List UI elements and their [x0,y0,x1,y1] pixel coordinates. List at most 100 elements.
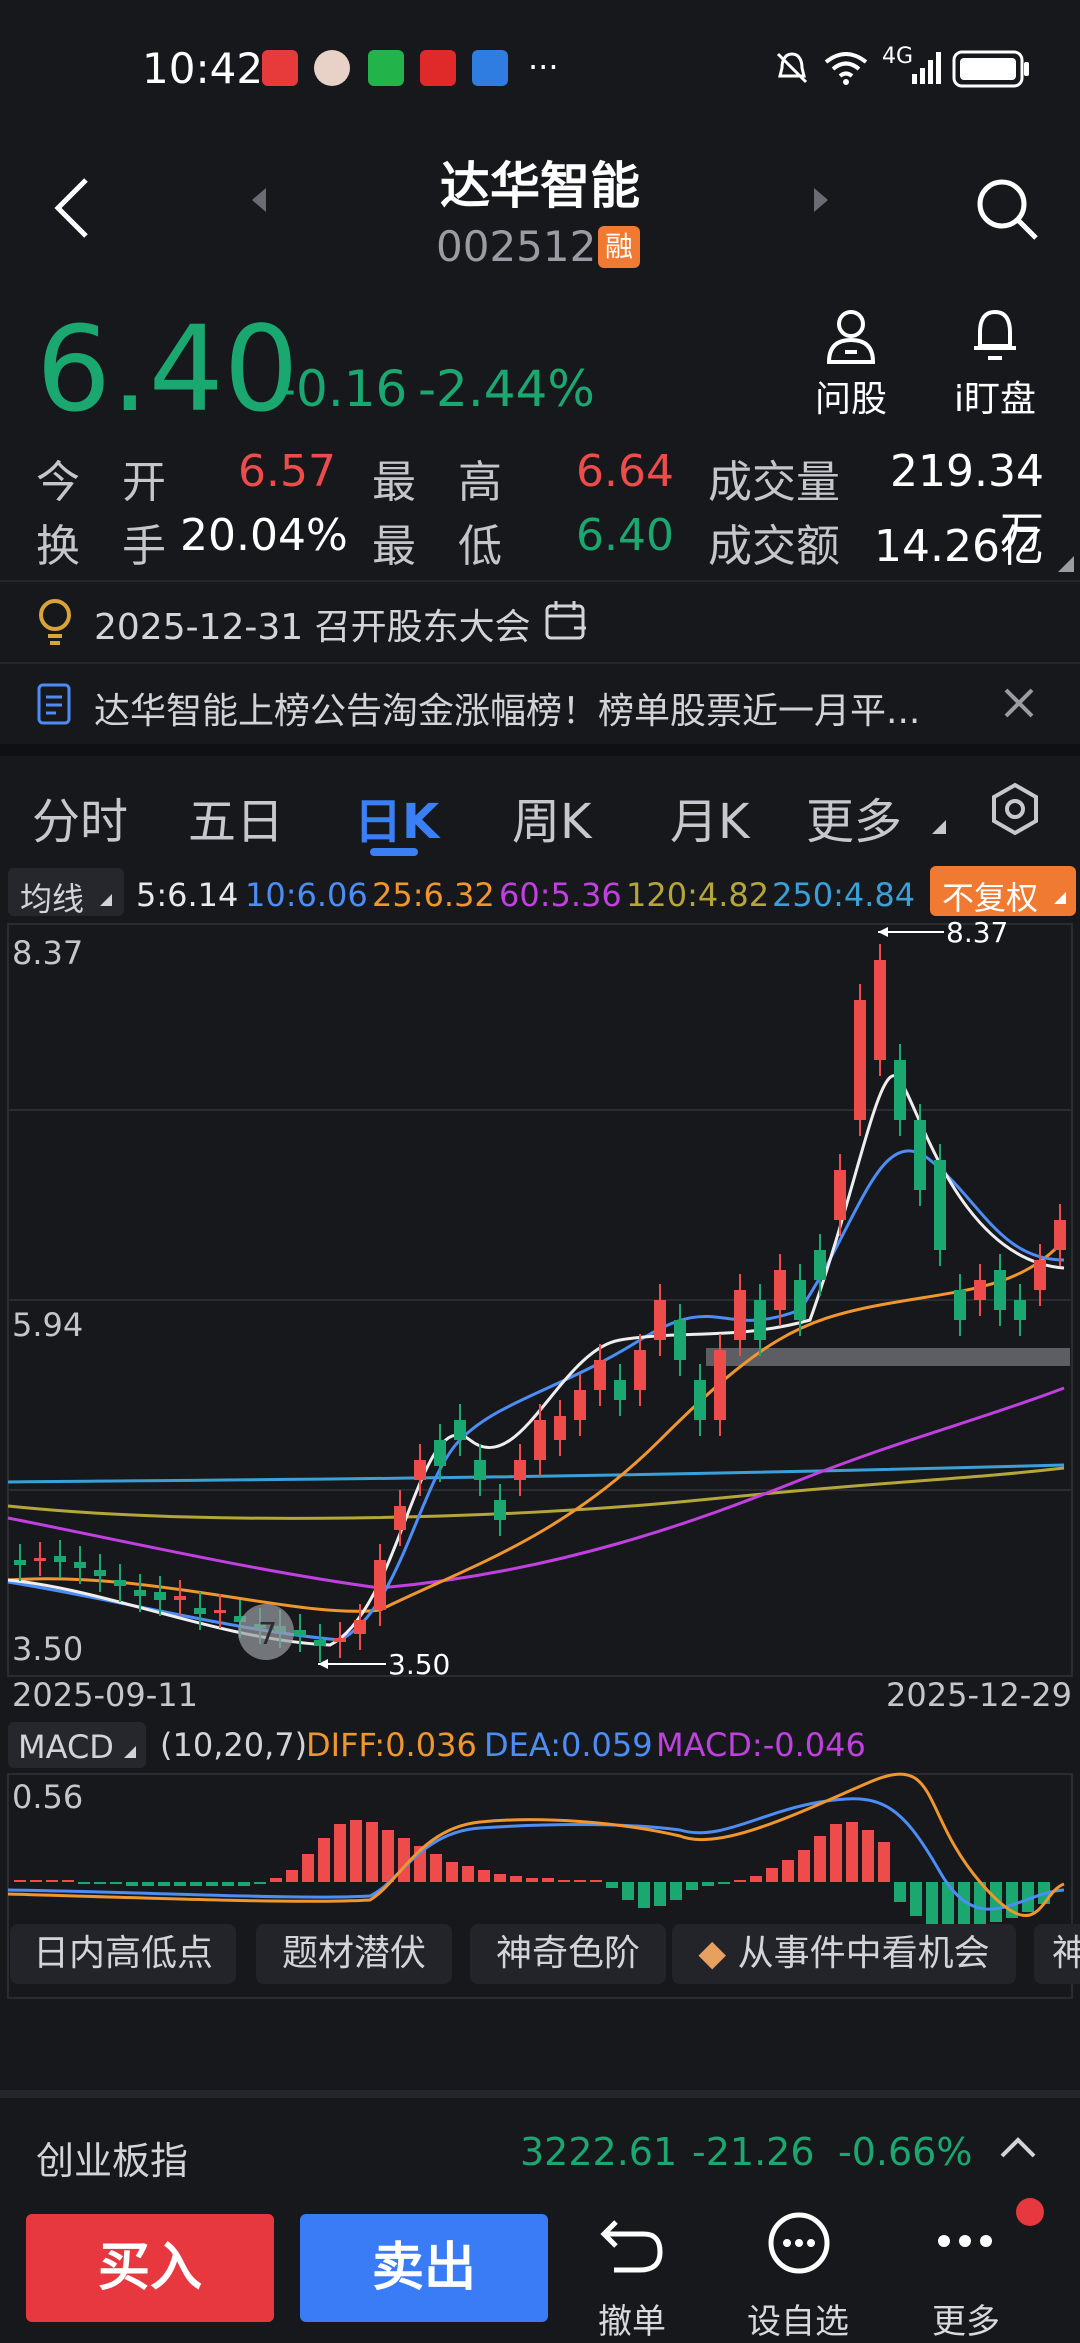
tab-monthly-k[interactable]: 月K [670,782,749,852]
person-icon [826,310,876,364]
chip-more[interactable]: 神 [1034,1924,1080,1984]
sell-button[interactable]: 卖出 [300,2214,548,2322]
settings-icon[interactable] [988,782,1042,836]
tab-intraday[interactable]: 分时 [32,782,128,852]
macd-bar [110,1882,122,1884]
chip-intraday-highlow[interactable]: 日内高低点 [10,1924,236,1984]
candle-body [694,1380,706,1420]
macd-diff: DIFF:0.036 [306,1726,477,1764]
macd-bar [622,1882,634,1900]
watch-button[interactable]: i盯盘 [940,306,1050,422]
y-axis-mid: 5.94 [12,1306,84,1344]
dropdown-icon [100,894,112,906]
ma-selector[interactable]: 均线 [8,868,124,918]
macd-bar [558,1880,570,1882]
tab-daily-k[interactable]: 日K [354,782,439,852]
candle-body [874,960,886,1060]
chip-theme-ambush[interactable]: 题材潜伏 [256,1924,452,1984]
notice-ranking-text: 达华智能上榜公告淘金涨幅榜！榜单股票近一月平... [94,691,921,732]
macd-bar [142,1882,154,1886]
chevron-up-icon[interactable] [998,2134,1038,2160]
document-icon [37,683,71,725]
candle-body [494,1500,506,1520]
active-tab-indicator [370,848,418,856]
candle-body [474,1460,486,1480]
lightbulb-icon [39,599,71,645]
candle-body [154,1592,166,1600]
ask-stock-button[interactable]: 问股 [806,306,896,422]
cancel-order-label[interactable]: 撤单 [562,2294,702,2343]
high-label: 最 高 [372,457,516,508]
notice-ranking[interactable]: 达华智能上榜公告淘金涨幅榜！榜单股票近一月平... [0,664,1080,744]
candle-body [294,1630,306,1636]
calendar-add-icon[interactable] [544,598,588,642]
mute-icon [776,52,808,84]
kline-chart[interactable]: 7 8.37 3.50 [0,920,1080,1680]
macd-bar [302,1854,314,1882]
candle-body [454,1420,466,1440]
macd-bar [606,1882,618,1888]
candle-body [734,1290,746,1340]
dropdown-icon [124,1746,136,1758]
index-change: -21.26 [692,2130,815,2174]
signal-icon [912,52,941,84]
wechat-icon [368,50,404,86]
macd-params: (10,20,7) [160,1726,308,1764]
ma60-value: 60:5.36 [499,876,622,914]
macd-bar [174,1882,186,1886]
macd-bar [334,1824,346,1882]
tab-five-day[interactable]: 五日 [188,782,284,852]
low-value: 6.40 [576,510,674,561]
macd-bar [30,1880,42,1882]
open-label: 今 开 [36,457,180,508]
candle-body [334,1638,346,1642]
adjust-selector[interactable]: 不复权 [930,866,1076,917]
candle-body [374,1560,386,1610]
chip-color-scale[interactable]: 神奇色阶 [470,1924,666,1984]
svg-text:7: 7 [258,1617,277,1652]
macd-bar [238,1882,250,1886]
candle-body [74,1562,86,1568]
add-watchlist-label[interactable]: 设自选 [728,2294,868,2343]
candle-body [1034,1260,1046,1290]
indicator-selector[interactable]: MACD [8,1722,146,1768]
more-label[interactable]: 更多 [896,2294,1036,2343]
add-watchlist-icon[interactable] [766,2210,832,2276]
notice-meeting-text: 2025-12-31 召开股东大会 [94,607,531,648]
price-change-pct: -2.44% [418,360,595,418]
candle-body [794,1280,806,1320]
chip-event-opportunity[interactable]: ◆ 从事件中看机会 [672,1924,1016,1984]
network-label: 4G [882,44,914,69]
notification-dot [1016,2198,1044,2226]
macd-bar [14,1880,26,1882]
buy-button[interactable]: 买入 [26,2214,274,2322]
candle-body [574,1390,586,1420]
macd-y-top: 0.56 [12,1778,84,1816]
candle-body [994,1270,1006,1310]
tab-more[interactable]: 更多 [806,782,902,852]
candle-body [934,1160,946,1250]
expand-corner-icon[interactable] [1058,556,1074,572]
candle-body [354,1620,366,1634]
candle-body [714,1350,726,1420]
macd-bar [734,1880,746,1882]
volume-label: 成交量 [708,457,840,508]
next-stock-icon[interactable] [810,186,830,214]
close-icon[interactable] [1002,686,1036,720]
search-icon[interactable] [974,176,1040,242]
index-ticker[interactable]: 创业板指 3222.61 -21.26 -0.66% [0,2110,1080,2196]
tab-weekly-k[interactable]: 周K [512,782,591,852]
more-dropdown-icon [932,820,946,834]
avatar-notification-icon [314,50,350,86]
macd-bar [894,1882,906,1902]
more-icon[interactable] [932,2226,998,2256]
candle-body [394,1506,406,1530]
undo-icon[interactable] [600,2214,666,2276]
candle-body [134,1590,146,1596]
diamond-icon: ◆ [698,1933,727,1974]
x-axis-end: 2025-12-29 [886,1676,1072,1714]
ma-selector-label: 均线 [20,880,85,918]
more-notifications-icon: ··· [528,48,559,86]
notice-meeting[interactable]: 2025-12-31 召开股东大会 [0,582,1080,662]
candle-body [514,1460,526,1480]
